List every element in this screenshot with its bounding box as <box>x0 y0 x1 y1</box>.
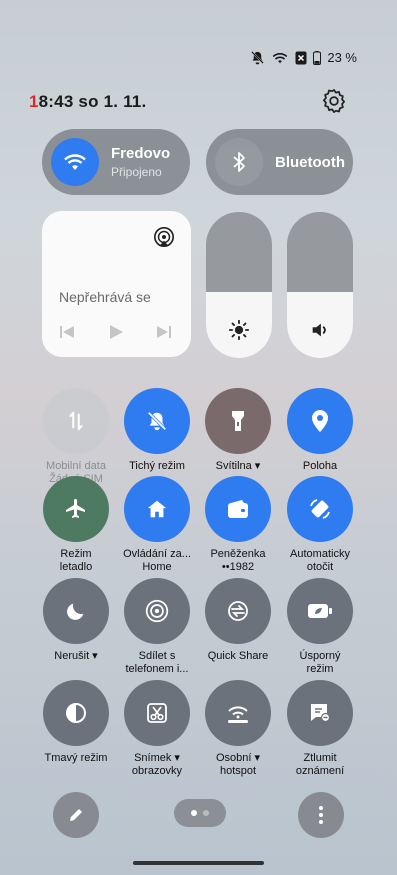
clock-date: 18:43 so 1. 11. <box>29 92 146 112</box>
tile-screenshot[interactable]: Snímek ▾ obrazovky <box>116 680 198 778</box>
tile-auto-rotate[interactable]: Automaticky otočit <box>279 476 361 574</box>
screenshot-scissors-icon <box>124 680 190 746</box>
settings-gear-icon[interactable] <box>320 87 348 115</box>
tile-sublabel: letadlo <box>59 561 93 573</box>
page-dot <box>203 810 209 816</box>
tile-label: Režim <box>60 548 92 560</box>
tile-label: Sdílet s <box>138 650 176 662</box>
page-dot-active <box>191 810 197 816</box>
tile-sublabel: hotspot <box>219 765 257 777</box>
tile-home-control[interactable]: Ovládání za... Home <box>116 476 198 574</box>
tile-sublabel: ••1982 <box>221 561 255 573</box>
next-track-icon[interactable] <box>156 325 172 339</box>
no-sim-icon <box>295 51 307 64</box>
tile-label: Automaticky <box>290 548 350 560</box>
tile-label: Svítilna ▾ <box>215 460 261 472</box>
tile-label: Osobní ▾ <box>215 752 261 764</box>
tile-label: Snímek ▾ <box>134 752 180 764</box>
tile-dark-mode[interactable]: Tmavý režim <box>35 680 117 765</box>
brightness-slider[interactable] <box>206 212 272 358</box>
wifi-icon <box>51 138 99 186</box>
muted-bell-icon <box>251 51 265 65</box>
wifi-status: Připojeno <box>111 165 162 179</box>
tile-sublabel: otočit <box>306 561 334 573</box>
wifi-status-icon <box>273 52 288 63</box>
wallet-icon <box>205 476 271 542</box>
tile-wallet[interactable]: Peněženka ••1982 <box>197 476 279 574</box>
tile-sublabel: telefonem i... <box>125 663 189 675</box>
time-first-digit: 1 <box>29 92 39 111</box>
tile-quick-share[interactable]: Quick Share <box>197 578 279 663</box>
bluetooth-toggle[interactable]: Bluetooth <box>206 129 353 195</box>
tile-label: Ovládání za... <box>123 548 191 560</box>
quick-share-icon <box>205 578 271 644</box>
location-pin-icon <box>287 388 353 454</box>
wifi-toggle[interactable]: Fredovo Připojeno <box>42 129 190 195</box>
hotspot-icon <box>205 680 271 746</box>
share-signal-icon <box>124 578 190 644</box>
muted-bell-icon <box>124 388 190 454</box>
battery-icon <box>313 50 322 65</box>
wifi-network-name: Fredovo <box>111 145 171 162</box>
tile-mobile-data[interactable]: Mobilní dataŽádná SIM <box>35 388 117 486</box>
battery-percent: 23 % <box>327 50 357 65</box>
tile-label: Nerušit ▾ <box>54 650 98 662</box>
audio-output-icon[interactable] <box>153 226 175 248</box>
volume-icon <box>287 319 353 341</box>
media-player-card[interactable]: Nepřehrává se <box>42 211 191 357</box>
home-gesture-bar[interactable] <box>133 861 264 865</box>
bluetooth-label: Bluetooth <box>275 153 345 171</box>
tile-label: Quick Share <box>207 650 269 662</box>
previous-track-icon[interactable] <box>59 325 75 339</box>
tile-flashlight[interactable]: Svítilna ▾ <box>197 388 279 473</box>
tile-sublabel: Home <box>142 561 172 573</box>
volume-slider[interactable] <box>287 212 353 358</box>
date: so 1. 11. <box>78 92 147 111</box>
battery-saver-icon <box>287 578 353 644</box>
tile-airplane-mode[interactable]: Režim letadlo <box>35 476 117 574</box>
tile-hotspot[interactable]: Osobní ▾ hotspot <box>197 680 279 778</box>
airplane-icon <box>43 476 109 542</box>
tile-label: Peněženka <box>210 548 266 560</box>
mobile-data-icon <box>43 388 109 454</box>
tile-label: Mobilní data <box>46 460 106 472</box>
pencil-icon <box>70 809 82 821</box>
status-bar: 23 % <box>250 50 357 65</box>
more-vertical-icon <box>319 806 323 824</box>
moon-icon <box>43 578 109 644</box>
tile-location[interactable]: Poloha <box>279 388 361 473</box>
tile-label: Tmavý režim <box>44 752 108 764</box>
page-indicator[interactable] <box>174 799 226 827</box>
media-status: Nepřehrává se <box>59 289 151 305</box>
tile-silent-mode[interactable]: Tichý režim <box>116 388 198 473</box>
tile-do-not-disturb[interactable]: Nerušit ▾ <box>35 578 117 663</box>
edit-tiles-button[interactable] <box>53 792 99 838</box>
tile-sublabel: režim <box>306 663 334 675</box>
tile-label: Ztlumit <box>303 752 337 764</box>
tile-sublabel: oznámení <box>295 765 345 777</box>
more-options-button[interactable] <box>298 792 344 838</box>
tile-share-phone[interactable]: Sdílet s telefonem i... <box>116 578 198 676</box>
bluetooth-icon <box>215 138 263 186</box>
home-icon <box>124 476 190 542</box>
play-icon[interactable] <box>109 325 123 339</box>
brightness-icon <box>206 319 272 341</box>
tile-label: Poloha <box>302 460 338 472</box>
tile-power-saving[interactable]: Úsporný režim <box>279 578 361 676</box>
time: 8:43 <box>38 92 74 111</box>
tile-mute-notifications[interactable]: Ztlumit oznámení <box>279 680 361 778</box>
dark-mode-icon <box>43 680 109 746</box>
tile-sublabel: obrazovky <box>131 765 183 777</box>
flashlight-icon <box>205 388 271 454</box>
mute-notifications-icon <box>287 680 353 746</box>
tile-label: Tichý režim <box>129 460 185 472</box>
tile-label: Úsporný <box>299 650 341 662</box>
auto-rotate-icon <box>287 476 353 542</box>
